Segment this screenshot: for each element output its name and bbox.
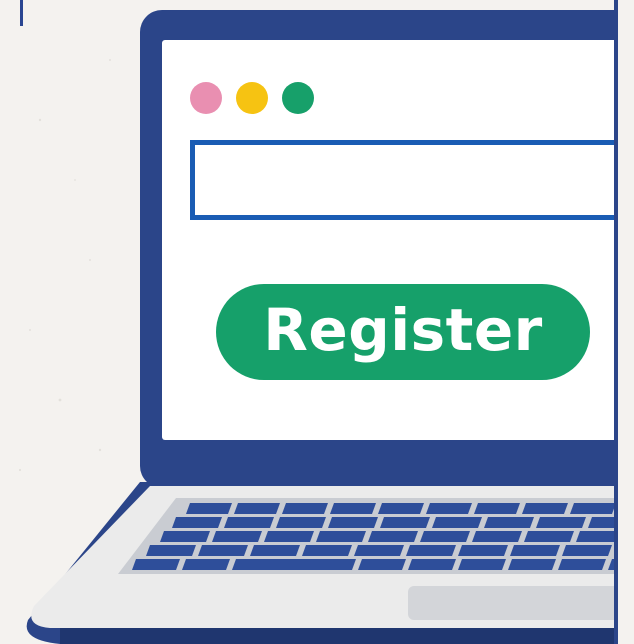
keyboard-key bbox=[380, 517, 430, 528]
keyboard-key bbox=[458, 545, 508, 556]
keyboard-key bbox=[472, 531, 522, 542]
keyboard-key bbox=[172, 517, 222, 528]
keyboard-key bbox=[484, 517, 534, 528]
keyboard-key bbox=[406, 545, 456, 556]
keyboard-key bbox=[432, 517, 482, 528]
keyboard-key bbox=[562, 545, 612, 556]
keyboard-key bbox=[282, 503, 328, 514]
keyboard-key bbox=[132, 559, 180, 570]
keyboard-key bbox=[522, 503, 568, 514]
keyboard-key bbox=[232, 559, 356, 570]
laptop-illustration: Register bbox=[0, 0, 634, 644]
keyboard-key bbox=[264, 531, 314, 542]
laptop-base bbox=[26, 482, 634, 644]
trackpad bbox=[408, 586, 634, 620]
keyboard-key bbox=[524, 531, 574, 542]
keyboard-key bbox=[316, 531, 366, 542]
keyboard-key bbox=[510, 545, 560, 556]
keyboard-key bbox=[160, 531, 210, 542]
keyboard-key bbox=[212, 531, 262, 542]
keyboard-key bbox=[368, 531, 418, 542]
keyboard-key bbox=[224, 517, 274, 528]
keyboard-key bbox=[330, 503, 376, 514]
keyboard-key bbox=[474, 503, 520, 514]
keyboard-key bbox=[302, 545, 352, 556]
keyboard-key bbox=[182, 559, 230, 570]
keyboard-key bbox=[558, 559, 606, 570]
keyboard-key bbox=[358, 559, 406, 570]
keyboard-key bbox=[234, 503, 280, 514]
keyboard-key bbox=[198, 545, 248, 556]
keyboard-key bbox=[420, 531, 470, 542]
keyboard-key bbox=[250, 545, 300, 556]
frame-margin bbox=[618, 0, 634, 644]
keyboard-key bbox=[146, 545, 196, 556]
keyboard-key bbox=[508, 559, 556, 570]
keyboard-key bbox=[426, 503, 472, 514]
keyboard-key bbox=[328, 517, 378, 528]
keyboard-key bbox=[186, 503, 232, 514]
keyboard-key bbox=[354, 545, 404, 556]
keyboard-key bbox=[458, 559, 506, 570]
keyboard-key bbox=[408, 559, 456, 570]
keyboard-key bbox=[378, 503, 424, 514]
keyboard-key bbox=[570, 503, 616, 514]
keyboard-key bbox=[276, 517, 326, 528]
keyboard-key bbox=[536, 517, 586, 528]
